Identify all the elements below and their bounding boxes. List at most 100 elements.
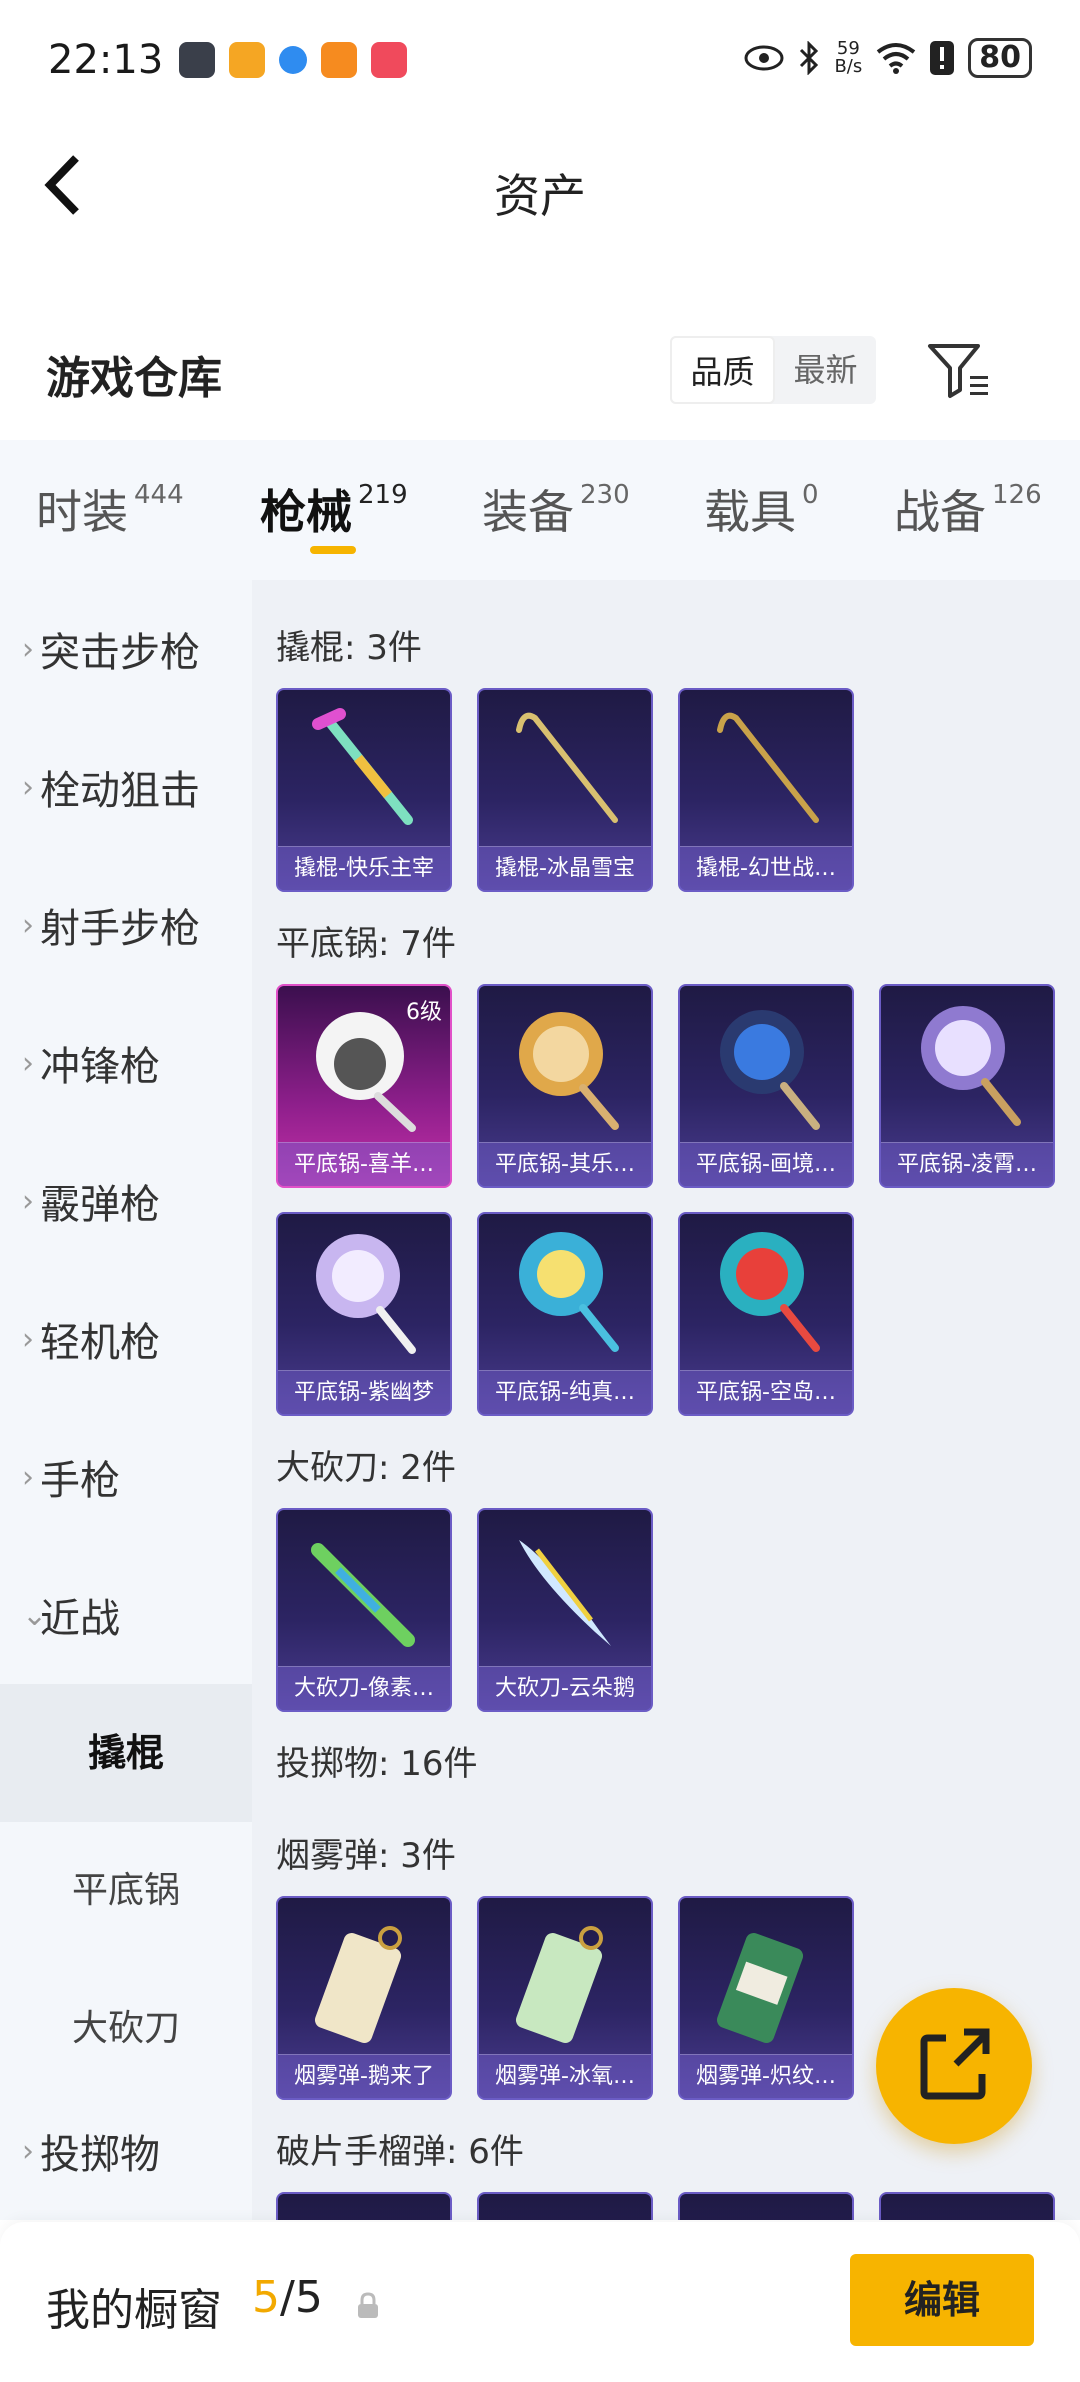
item-name: 平底锅-纯真… <box>479 1370 651 1414</box>
item-card[interactable]: 平底锅-其乐… <box>477 984 653 1188</box>
showcase-count: 5/5 <box>252 2272 323 2323</box>
group-title-machete: 大砍刀: 2件 <box>276 1448 456 1488</box>
item-card[interactable]: 平底锅-紫幽梦 <box>276 1212 452 1416</box>
title-bar: 资产 <box>0 130 1080 240</box>
item-card[interactable]: 平底锅-画境… <box>678 984 854 1188</box>
item-name: 烟雾弹-炽纹… <box>680 2054 852 2098</box>
group-title-pan: 平底锅: 7件 <box>276 924 456 964</box>
chevron-right-icon: › <box>22 1045 34 1081</box>
tab-equipment[interactable]: 装备 230 <box>482 476 630 542</box>
battery-indicator: 80 <box>968 38 1032 78</box>
sidebar-subitem-crowbar[interactable]: 撬棍 <box>0 1684 252 1822</box>
coin-app-icon <box>229 42 266 78</box>
item-card[interactable]: 大砍刀-像素… <box>276 1508 452 1712</box>
sidebar-item-smg[interactable]: › 冲锋枪 <box>0 994 252 1132</box>
smoke-grenade-art-icon <box>515 1926 603 2043</box>
pan-art-icon <box>519 1012 619 1130</box>
group-title-throwable: 投掷物: 16件 <box>276 1744 478 1784</box>
share-fab-button[interactable] <box>876 1988 1032 2144</box>
active-tab-indicator <box>310 546 356 554</box>
group-title-frag: 破片手榴弹: 6件 <box>276 2132 524 2172</box>
sidebar-item-bolt-sniper[interactable]: › 栓动狙击 <box>0 718 252 856</box>
tab-vehicles[interactable]: 载具 0 <box>704 476 819 542</box>
item-card[interactable]: 烟雾弹-冰氧… <box>477 1896 653 2100</box>
item-card[interactable]: 大砍刀-云朵鹅 <box>477 1508 653 1712</box>
tab-fashion[interactable]: 时装 444 <box>36 476 184 542</box>
showcase-label: 我的橱窗 <box>46 2285 222 2336</box>
sidebar-item-throwable[interactable]: › 投掷物 <box>0 2082 252 2220</box>
group-title-smoke: 烟雾弹: 3件 <box>276 1836 456 1876</box>
machete-art-icon <box>519 1540 611 1646</box>
net-speed: 59 B/s <box>834 38 863 77</box>
chevron-right-icon: › <box>22 1183 34 1219</box>
sort-quality-button[interactable]: 品质 <box>670 336 775 404</box>
page-title: 资产 <box>494 169 586 223</box>
notification-icons <box>179 42 408 78</box>
game-app-icon <box>179 42 216 78</box>
chevron-down-icon: ⌄ <box>22 1597 48 1633</box>
group-title-crowbar: 撬棍: 3件 <box>276 628 422 668</box>
item-card[interactable]: 平底锅-纯真… <box>477 1212 653 1416</box>
item-name: 撬棍-快乐主宰 <box>278 846 450 890</box>
wifi-icon <box>877 43 916 74</box>
sort-newest-button[interactable]: 最新 <box>775 336 876 404</box>
crowbar-art-icon <box>516 712 618 823</box>
item-card[interactable]: 撬棍-幻世战… <box>678 688 854 892</box>
chevron-right-icon: › <box>22 631 34 667</box>
filter-button[interactable] <box>926 340 992 400</box>
sidebar-item-marksman-rifle[interactable]: › 射手步枪 <box>0 856 252 994</box>
lock-icon <box>358 2292 378 2318</box>
sidebar-subitem-pan[interactable]: 平底锅 <box>0 1822 252 1960</box>
status-bar: 22:13 59 B/s 80 <box>0 0 1080 120</box>
item-card[interactable]: 6级 平底锅-喜羊… <box>276 984 452 1188</box>
item-card[interactable]: 烟雾弹-鹅来了 <box>276 1896 452 2100</box>
pan-art-icon <box>921 1006 1021 1126</box>
alert-icon <box>930 41 955 75</box>
tab-supplies[interactable]: 战备 126 <box>894 476 1042 542</box>
item-card[interactable]: 撬棍-冰晶雪宝 <box>477 688 653 892</box>
chevron-right-icon: › <box>22 907 34 943</box>
sidebar-item-shotgun[interactable]: › 霰弹枪 <box>0 1132 252 1270</box>
item-name: 平底锅-画境… <box>680 1142 852 1186</box>
smoke-grenade-art-icon <box>314 1926 402 2043</box>
sidebar-item-pistol[interactable]: › 手枪 <box>0 1408 252 1546</box>
item-card[interactable] <box>678 2192 854 2220</box>
item-card[interactable]: 平底锅-空岛… <box>678 1212 854 1416</box>
sidebar-item-lmg[interactable]: › 轻机枪 <box>0 1270 252 1408</box>
item-card[interactable] <box>879 2192 1055 2220</box>
item-level-badge: 6级 <box>406 1000 442 1025</box>
item-name: 大砍刀-云朵鹅 <box>479 1666 651 1710</box>
item-grid: 撬棍: 3件 撬棍-快乐主宰 撬棍-冰晶雪宝 撬棍-幻世战… 平底锅: 7件 6… <box>252 580 1080 2220</box>
sort-toggle: 品质 最新 <box>670 336 876 404</box>
item-card[interactable]: 烟雾弹-炽纹… <box>678 1896 854 2100</box>
sidebar-item-assault-rifle[interactable]: › 突击步枪 <box>0 580 252 718</box>
tab-firearms[interactable]: 枪械 219 <box>260 476 408 542</box>
item-card[interactable] <box>477 2192 653 2220</box>
eye-icon <box>744 45 784 71</box>
bottom-bar: 我的橱窗 5/5 编辑 <box>0 2222 1080 2382</box>
weapon-category-sidebar: › 突击步枪 › 栓动狙击 › 射手步枪 › 冲锋枪 › 霰弹枪 › 轻机枪 › 手枪 ⌄ 近战… <box>0 580 252 2220</box>
bluetooth-icon <box>800 41 819 75</box>
warehouse-header: 游戏仓库 品质 最新 <box>0 320 1080 420</box>
edit-button[interactable]: 编辑 <box>850 2254 1034 2346</box>
chevron-right-icon: › <box>22 2133 34 2169</box>
item-card[interactable]: 平底锅-凌霄… <box>879 984 1055 1188</box>
item-card[interactable]: 撬棍-快乐主宰 <box>276 688 452 892</box>
item-name: 撬棍-冰晶雪宝 <box>479 846 651 890</box>
item-card[interactable] <box>276 2192 452 2220</box>
pan-art-icon <box>720 1010 820 1130</box>
pan-art-icon <box>316 1234 416 1354</box>
item-name: 平底锅-空岛… <box>680 1370 852 1414</box>
item-name: 平底锅-紫幽梦 <box>278 1370 450 1414</box>
chevron-right-icon: › <box>22 769 34 805</box>
item-name: 平底锅-喜羊… <box>278 1142 450 1186</box>
sidebar-subitem-machete[interactable]: 大砍刀 <box>0 1960 252 2098</box>
machete-art-icon <box>311 1543 415 1647</box>
chevron-right-icon: › <box>22 1321 34 1357</box>
filter-icon <box>928 344 988 398</box>
pan-art-icon <box>519 1232 619 1352</box>
item-name: 平底锅-其乐… <box>479 1142 651 1186</box>
item-name: 大砍刀-像素… <box>278 1666 450 1710</box>
crowbar-art-icon <box>312 708 413 825</box>
sidebar-item-melee[interactable]: ⌄ 近战 <box>0 1546 252 1684</box>
